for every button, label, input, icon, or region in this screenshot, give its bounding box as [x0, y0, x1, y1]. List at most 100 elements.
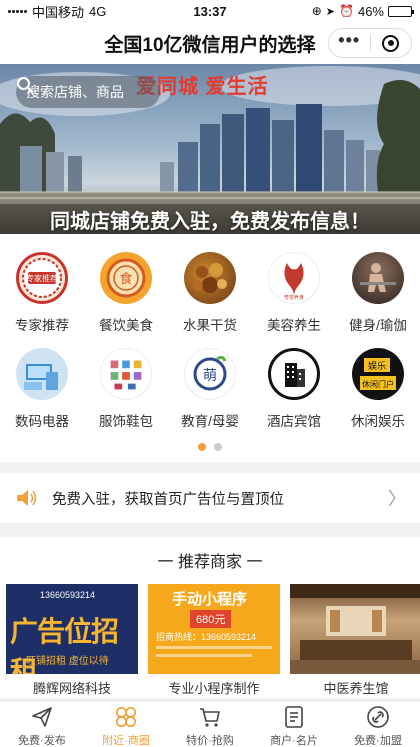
merchant-name: 中医养生馆 [323, 681, 389, 696]
hotel-building-icon [268, 348, 320, 400]
tab-label: 免费·发布 [18, 735, 66, 747]
banner-caption: 同城店铺免费入驻，免费发布信息！ [50, 211, 370, 233]
ad-phone: 13660593214 [40, 590, 96, 600]
location-icon: ➤ [325, 5, 336, 18]
apparel-icon [100, 348, 152, 400]
expert-badge-icon: 专家推荐 [16, 252, 68, 304]
tab-label: 商户·名片 [270, 735, 318, 747]
tab-label: 附近·商圈 [102, 735, 150, 747]
beauty-logo-icon: 粤容养身 [268, 252, 320, 304]
ad-sub: 旺铺招租 虚位以待 [26, 656, 109, 667]
tab-label: 免费·加盟 [354, 735, 402, 747]
svg-text:粤容养身: 粤容养身 [284, 294, 304, 301]
interior-photo [290, 584, 420, 674]
mini-program-capsule: ••• [328, 28, 412, 58]
speaker-icon [17, 490, 37, 506]
carrier-label: 中国移动 [32, 4, 85, 20]
category-expert[interactable]: 专家推荐 专家推荐 [0, 252, 84, 334]
category-label: 数码电器 [15, 414, 69, 429]
category-dried-goods[interactable]: 水果干货 [168, 252, 252, 334]
electronics-icon [16, 348, 68, 400]
merchant-name: 专业小程序制作 [168, 681, 260, 696]
svg-text:娱乐: 娱乐 [368, 360, 386, 372]
merchant-name: 腾辉网络科技 [32, 681, 111, 696]
pager-dot[interactable] [198, 443, 206, 451]
paper-plane-icon [30, 705, 54, 729]
category-apparel[interactable]: 服饰鞋包 [84, 348, 168, 430]
search-placeholder: 搜索店铺、商品 [26, 84, 124, 100]
more-dots-icon: ••• [338, 30, 361, 50]
battery-icon [388, 5, 414, 17]
category-label: 酒店宾馆 [267, 414, 321, 429]
status-bar: 中国移动 4G 13:37 ⊕ ➤ ⏰ 46% [0, 0, 420, 22]
category-fitness[interactable]: 健身/瑜伽 [336, 252, 420, 334]
category-label: 美容养生 [267, 318, 321, 333]
ad-sub: 招商热线：13660593214 [156, 632, 257, 642]
svg-text:食: 食 [119, 271, 132, 287]
category-entertainment[interactable]: 娱乐休闲门户 休闲娱乐 [336, 348, 420, 430]
category-label: 专家推荐 [15, 318, 69, 333]
search-input[interactable]: 搜索店铺、商品 [16, 76, 160, 108]
category-education[interactable]: 萌 教育/母婴 [168, 348, 252, 430]
svg-text:专家推荐: 专家推荐 [26, 273, 58, 283]
category-label: 水果干货 [183, 318, 237, 333]
more-button[interactable]: ••• [329, 29, 370, 57]
join-link-icon [366, 705, 390, 729]
category-grid: 专家推荐 专家推荐 食 餐饮美食 水果干货 粤容养身 美容养生 健身/瑜伽 数码… [0, 234, 420, 462]
tab-bar: 免费·发布 附近·商圈 特价·抢购 商户·名片 免费·加盟 [0, 700, 420, 747]
category-electronics[interactable]: 数码电器 [0, 348, 84, 430]
dried-goods-icon [184, 252, 236, 304]
banner-carousel[interactable]: 爱同城 爱生活 搜索店铺、商品 同城店铺免费入驻，免费发布信息！ [0, 64, 420, 234]
category-label: 教育/母婴 [181, 414, 239, 429]
tab-deals[interactable]: 特价·抢购 [168, 701, 252, 747]
alarm-icon: ⏰ [339, 4, 354, 18]
merchant-card[interactable]: 手动小程序 680元 招商热线：13660593214 专业小程序制作 [148, 584, 280, 697]
target-icon [382, 34, 400, 52]
chevron-right-icon: 〉 [388, 489, 406, 509]
ad-headline: 手动小程序 [172, 591, 248, 608]
clover-grid-icon [114, 705, 138, 729]
tab-nearby[interactable]: 附近·商圈 [84, 701, 168, 747]
category-beauty[interactable]: 粤容养身 美容养生 [252, 252, 336, 334]
notice-text: 免费入驻，获取首页广告位与置顶位 [52, 491, 284, 508]
ad-price: 680元 [190, 610, 232, 628]
food-seal-icon: 食 [100, 252, 152, 304]
category-label: 健身/瑜伽 [349, 318, 407, 333]
education-logo-icon: 萌 [184, 348, 236, 400]
pager-dot[interactable] [214, 443, 222, 451]
status-left: 中国移动 4G [8, 2, 106, 21]
svg-text:萌: 萌 [203, 368, 217, 384]
ad-detail-line [156, 654, 252, 657]
merchant-ad-image [290, 584, 420, 674]
recommend-title: 一 推荐商家 一 [157, 554, 263, 571]
tab-publish[interactable]: 免费·发布 [0, 701, 84, 747]
merchant-ad-image: 广告位招租 13660593214 旺铺招租 虚位以待 [6, 584, 138, 674]
signal-icon [8, 9, 27, 13]
network-label: 4G [89, 3, 107, 19]
shopping-cart-icon [198, 705, 222, 729]
category-label: 服饰鞋包 [99, 414, 153, 429]
merchant-ad-image: 手动小程序 680元 招商热线：13660593214 [148, 584, 280, 674]
ad-detail-line [156, 646, 272, 649]
close-button[interactable] [371, 29, 412, 57]
tab-label: 特价·抢购 [186, 735, 234, 747]
entertainment-sign-icon: 娱乐 休闲门户 [352, 348, 404, 400]
category-label: 餐饮美食 [99, 318, 153, 333]
merchant-card[interactable]: 中医养生馆 [290, 584, 420, 697]
category-hotel[interactable]: 酒店宾馆 [252, 348, 336, 430]
fitness-photo-icon [352, 252, 404, 304]
notice-bar[interactable]: 免费入驻，获取首页广告位与置顶位 〉 [0, 473, 420, 523]
battery-percent: 46% [357, 3, 384, 19]
search-icon [17, 77, 33, 93]
merchant-card[interactable]: 广告位招租 13660593214 旺铺招租 虚位以待 腾辉网络科技 [6, 584, 138, 697]
category-label: 休闲娱乐 [351, 414, 405, 429]
svg-text:休闲门户: 休闲门户 [362, 379, 394, 389]
page-title: 全国10亿微信用户的选择 [104, 34, 316, 56]
recommend-section: 一 推荐商家 一 广告位招租 13660593214 旺铺招租 虚位以待 腾辉网… [0, 537, 420, 698]
tab-cards[interactable]: 商户·名片 [252, 701, 336, 747]
status-right: ⊕ ➤ ⏰ 46% [312, 3, 414, 19]
category-pager [0, 443, 420, 451]
tab-join[interactable]: 免费·加盟 [336, 701, 420, 747]
category-food[interactable]: 食 餐饮美食 [84, 252, 168, 334]
nav-bar: 全国10亿微信用户的选择 ••• [0, 22, 420, 64]
